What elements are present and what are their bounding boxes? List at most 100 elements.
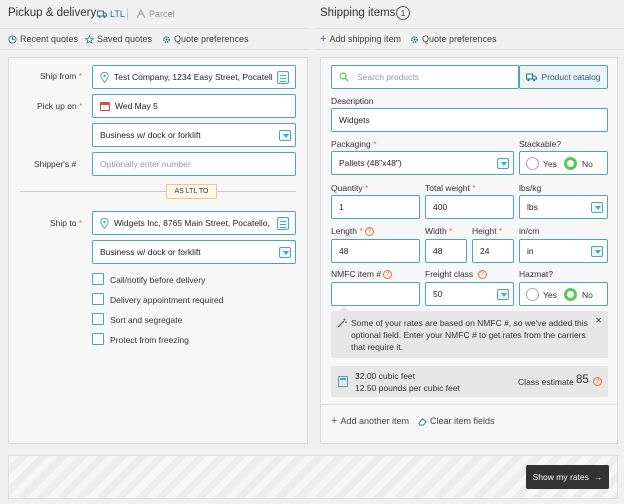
chevron-down-icon [591,246,603,257]
width-value: 48 [433,246,443,256]
star-icon [85,34,94,44]
description-input[interactable]: Widgets [331,108,608,132]
help-icon[interactable]: ? [364,227,374,237]
checkbox-delivery-appointment[interactable] [92,293,104,305]
height-input[interactable]: 24 [472,239,514,263]
chevron-down-icon [497,158,509,169]
lbs-kg-label: lbs/kg [519,183,542,193]
checkbox-protect-freezing[interactable] [92,333,104,345]
freight-class-label: Freight class ? [425,269,487,280]
pickup-date-value: Wed May 5 [115,101,158,111]
product-catalog-button[interactable]: Product catalog [519,65,608,89]
ship-to-value: Widgets Inc, 8765 Main Street, Pocatello… [114,218,270,228]
quantity-label: Quantity * [331,183,369,193]
parcel-icon [136,9,146,19]
density-summary: 32.00 cubic feet 12.50 pounds per cubic … [331,366,608,397]
address-book-icon[interactable] [277,217,289,230]
as-ltl-to-badge: AS LTL TO [166,184,217,199]
items-footer-divider [320,404,618,405]
freight-class-select[interactable]: 50 [425,282,514,306]
length-input[interactable]: 48 [331,239,420,263]
class-estimate-value: 85 [576,374,589,386]
pickup-location-type-select[interactable]: Business w/ dock or forklift [92,123,296,147]
as-ltl-divider [20,191,296,192]
quantity-input[interactable]: 1 [331,195,420,219]
show-my-rates-label: Show my rates [532,472,589,482]
stackable-yes-radio[interactable] [526,157,539,170]
shippers-number-label: Shipper's # [34,159,77,169]
protect-freezing-label: Protect from freezing [110,335,189,345]
stackable-label: Stackable? [519,139,562,149]
dimension-unit-select[interactable]: in [519,239,608,263]
hazmat-yes-radio[interactable] [526,288,539,301]
width-input[interactable]: 48 [425,239,467,263]
saved-quotes-link[interactable]: Saved quotes [85,34,152,44]
nmfc-notice: Some of your rates are based on NMFC #, … [331,311,608,358]
dimension-unit-value: in [527,246,534,256]
hazmat-label: Hazmat? [519,269,554,279]
add-another-item-label: Add another item [340,416,409,426]
close-icon[interactable]: ✕ [595,316,602,325]
product-catalog-label: Product catalog [541,72,601,82]
gear-icon [163,35,170,43]
total-weight-value: 400 [433,202,448,212]
chevron-down-icon [497,289,509,300]
stackable-no-label: No [582,159,593,169]
tab-parcel[interactable]: Parcel [136,9,175,19]
truck-icon [97,10,107,18]
quote-preferences-link-left[interactable]: Quote preferences [162,34,249,44]
address-book-icon[interactable] [277,71,289,84]
weight-unit-select[interactable]: lbs [519,195,608,219]
total-weight-input[interactable]: 400 [425,195,514,219]
ship-to-input[interactable]: Widgets Inc, 8765 Main Street, Pocatello… [92,211,296,235]
location-pin-icon [100,217,109,229]
packaging-select[interactable]: Pallets (48"x48") [331,151,514,175]
pickup-date-input[interactable]: Wed May 5 [92,94,296,118]
clear-item-fields-label: Clear item fields [430,416,495,426]
delivery-location-type-select[interactable]: Business w/ dock or forklift [92,240,296,264]
nmfc-input[interactable] [331,282,420,306]
show-my-rates-button[interactable]: Show my rates → [526,465,609,489]
tab-parcel-label: Parcel [149,9,175,19]
shipping-items-title: Shipping items [320,7,396,19]
add-another-item-link[interactable]: + Add another item [331,414,409,427]
weight-unit-value: lbs [527,202,538,212]
help-icon[interactable]: ? [477,270,487,280]
nmfc-notice-text: Some of your rates are based on NMFC #, … [351,318,588,352]
description-value: Widgets [339,115,370,125]
ship-from-value: Test Company, 1234 Easy Street, Pocatell [114,72,273,82]
recent-quotes-link[interactable]: Recent quotes [8,34,78,44]
header-divider-left [0,28,308,29]
packaging-label: Packaging * [331,139,377,149]
stackable-no-radio[interactable] [564,157,577,170]
freight-class-value: 50 [433,289,443,299]
ship-from-input[interactable]: Test Company, 1234 Easy Street, Pocatell [92,65,296,89]
saved-quotes-label: Saved quotes [97,34,153,44]
tab-ltl[interactable]: LTL [97,9,125,19]
width-label: Width * [425,226,453,236]
shippers-number-placeholder: Optionally enter number [100,159,191,169]
length-label: Length *? [331,226,374,237]
plus-icon: + [331,414,338,427]
header-divider-right [316,28,624,29]
total-weight-label: Total weight * [425,183,476,193]
checkbox-call-notify[interactable] [92,273,104,285]
pickup-location-type-value: Business w/ dock or forklift [100,130,201,140]
chevron-down-icon [279,130,291,141]
clear-item-fields-link[interactable]: Clear item fields [418,416,495,426]
sort-segregate-label: Sort and segregate [110,315,183,325]
packaging-value: Pallets (48"x48") [339,158,402,168]
hazmat-no-label: No [582,290,593,300]
chevron-down-icon [279,247,291,258]
hazmat-no-radio[interactable] [564,288,577,301]
checkbox-sort-segregate[interactable] [92,313,104,325]
hazmat-yes-label: Yes [543,290,557,300]
search-products-placeholder: Search products [357,72,419,82]
search-products-input[interactable]: Search products [331,65,519,89]
quote-preferences-link-right[interactable]: Quote preferences [410,34,497,44]
help-icon[interactable]: ? [383,270,393,280]
shippers-number-input[interactable]: Optionally enter number [92,152,296,176]
delivery-appointment-label: Delivery appointment required [110,295,224,305]
add-shipping-item-link[interactable]: + Add shipping item [320,33,401,44]
help-icon[interactable]: ? [593,377,602,386]
